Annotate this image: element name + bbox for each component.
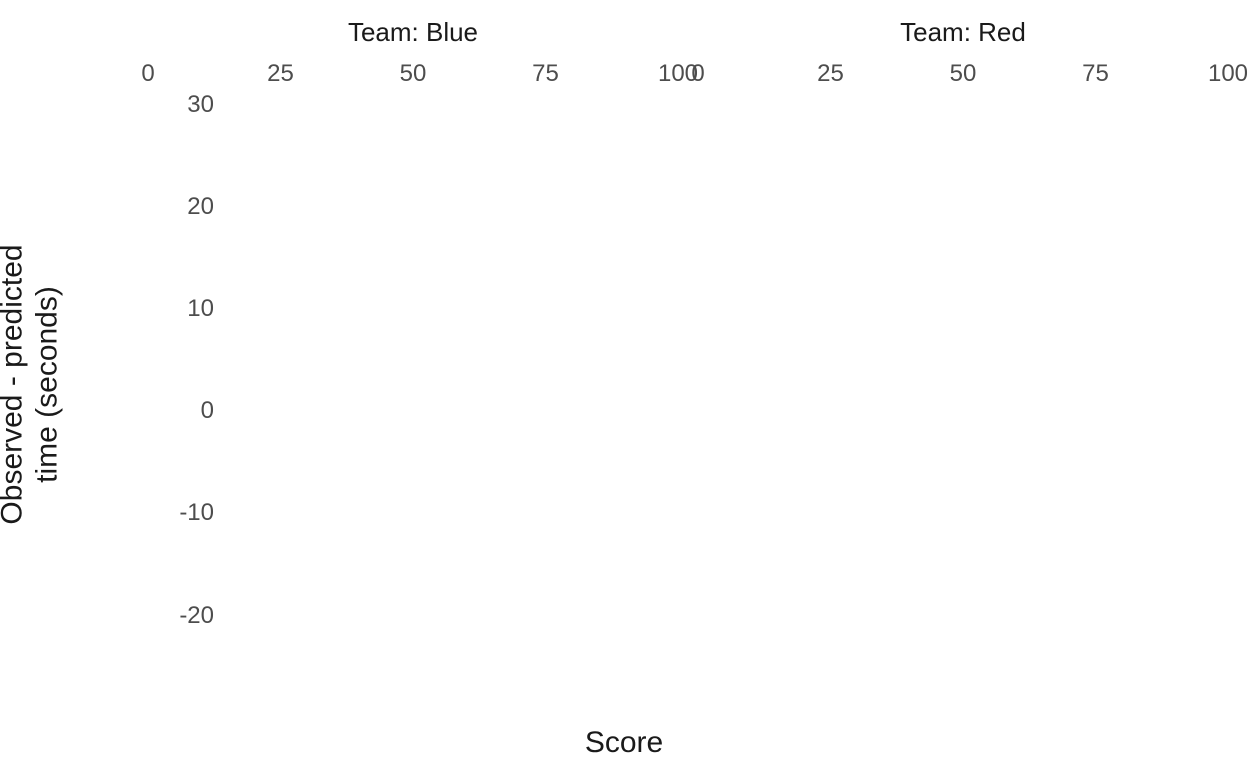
x-axis-ticks: 0255075100 [698, 54, 1228, 96]
y-tick-label: -20 [179, 602, 214, 630]
y-tick-label: 10 [187, 295, 214, 323]
facet-title-blue: Team: Blue [148, 10, 678, 54]
x-tick-label: 75 [532, 60, 559, 88]
figure: Observed - predicted time (seconds) Scor… [0, 0, 1248, 768]
panel-red: Team: Red 0255075100 [698, 10, 1228, 678]
x-tick-label: 75 [1082, 60, 1109, 88]
x-tick-label: 25 [817, 60, 844, 88]
y-tick-label: 0 [201, 397, 214, 425]
y-axis-label: Observed - predicted time (seconds) [0, 0, 60, 768]
facet-title-red: Team: Red [698, 10, 1228, 54]
y-axis-ticks: -20-100102030 [148, 64, 214, 636]
x-axis-ticks: 0255075100 [148, 54, 678, 96]
y-tick-label: 20 [187, 193, 214, 221]
y-axis-label-line2: time (seconds) [30, 286, 63, 483]
x-tick-label: 0 [141, 60, 154, 88]
x-tick-label: 100 [1208, 60, 1248, 88]
y-tick-label: -10 [179, 499, 214, 527]
x-tick-label: 50 [950, 60, 977, 88]
x-tick-label: 50 [400, 60, 427, 88]
x-axis-label: Score [0, 718, 1248, 768]
x-tick-label: 25 [267, 60, 294, 88]
panels: -20-100102030 Team: Blue 0255075100 Team… [148, 10, 1228, 678]
y-axis-label-line1: Observed - predicted [0, 244, 29, 524]
panel-blue: -20-100102030 Team: Blue 0255075100 [148, 10, 678, 678]
x-tick-label: 0 [691, 60, 704, 88]
